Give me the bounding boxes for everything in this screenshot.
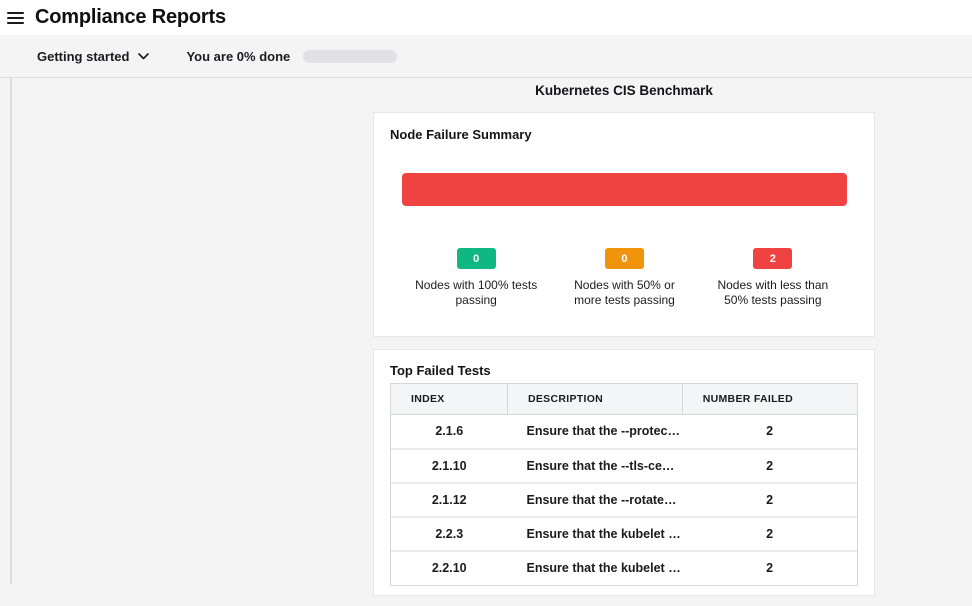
stat-label: Nodes with 50% or more tests passing xyxy=(574,278,675,308)
table-header-row: INDEX DESCRIPTION NUMBER FAILED xyxy=(391,384,857,415)
cell-number-failed: 2 xyxy=(682,449,857,483)
table-row: 2.2.10 Ensure that the kubelet … 2 xyxy=(391,551,857,585)
cell-index: 2.2.10 xyxy=(391,551,508,585)
benchmark-heading: Kubernetes CIS Benchmark xyxy=(373,83,875,99)
table-row: 2.1.6 Ensure that the --protec… 2 xyxy=(391,415,857,449)
stat-nodes-passing-50-or-more: 0 Nodes with 50% or more tests passing xyxy=(550,248,698,308)
cell-index: 2.1.10 xyxy=(391,449,508,483)
top-bar: Compliance Reports xyxy=(0,0,972,35)
top-failed-tests-card: Top Failed Tests INDEX DESCRIPTION NUMBE… xyxy=(373,349,875,596)
getting-started-banner: Getting started You are 0% done xyxy=(0,35,972,78)
cell-description: Ensure that the --rotate… xyxy=(508,483,683,517)
column-header-index: INDEX xyxy=(391,384,508,415)
panel-divider xyxy=(10,78,12,584)
node-failure-summary-title: Node Failure Summary xyxy=(390,128,858,142)
hamburger-menu-icon[interactable] xyxy=(7,12,24,25)
top-failed-tests-title: Top Failed Tests xyxy=(390,364,858,378)
node-stats-row: 0 Nodes with 100% tests passing 0 Nodes … xyxy=(402,248,847,308)
chevron-down-icon xyxy=(138,53,149,60)
stat-nodes-passing-100: 0 Nodes with 100% tests passing xyxy=(402,248,550,308)
cell-number-failed: 2 xyxy=(682,483,857,517)
table-row: 2.2.3 Ensure that the kubelet … 2 xyxy=(391,517,857,551)
progress-bar xyxy=(303,50,397,63)
failure-bar-chart xyxy=(402,173,847,206)
cell-index: 2.1.12 xyxy=(391,483,508,517)
cell-description: Ensure that the --protec… xyxy=(508,415,683,449)
cell-number-failed: 2 xyxy=(682,517,857,551)
cell-description: Ensure that the --tls-ce… xyxy=(508,449,683,483)
node-failure-summary-card: Node Failure Summary 0 Nodes with 100% t… xyxy=(373,112,875,337)
failure-bar xyxy=(402,173,847,206)
page-title: Compliance Reports xyxy=(35,6,226,29)
cell-number-failed: 2 xyxy=(682,415,857,449)
main-content: Kubernetes CIS Benchmark Node Failure Su… xyxy=(0,78,972,606)
column-header-description: DESCRIPTION xyxy=(508,384,683,415)
cell-index: 2.1.6 xyxy=(391,415,508,449)
stat-nodes-passing-less-50: 2 Nodes with less than 50% tests passing xyxy=(699,248,847,308)
stat-badge-red: 2 xyxy=(753,248,792,269)
cell-description: Ensure that the kubelet … xyxy=(508,517,683,551)
getting-started-dropdown[interactable]: Getting started xyxy=(37,49,149,64)
progress-label: You are 0% done xyxy=(186,49,290,64)
cell-index: 2.2.3 xyxy=(391,517,508,551)
cell-description: Ensure that the kubelet … xyxy=(508,551,683,585)
stat-badge-orange: 0 xyxy=(605,248,644,269)
table-row: 2.1.12 Ensure that the --rotate… 2 xyxy=(391,483,857,517)
stat-badge-green: 0 xyxy=(457,248,496,269)
table-row: 2.1.10 Ensure that the --tls-ce… 2 xyxy=(391,449,857,483)
failed-tests-table: INDEX DESCRIPTION NUMBER FAILED 2.1.6 En… xyxy=(390,383,858,586)
stat-label: Nodes with less than 50% tests passing xyxy=(717,278,828,308)
stat-label: Nodes with 100% tests passing xyxy=(415,278,537,308)
getting-started-label: Getting started xyxy=(37,49,129,64)
cell-number-failed: 2 xyxy=(682,551,857,585)
column-header-number-failed: NUMBER FAILED xyxy=(682,384,857,415)
